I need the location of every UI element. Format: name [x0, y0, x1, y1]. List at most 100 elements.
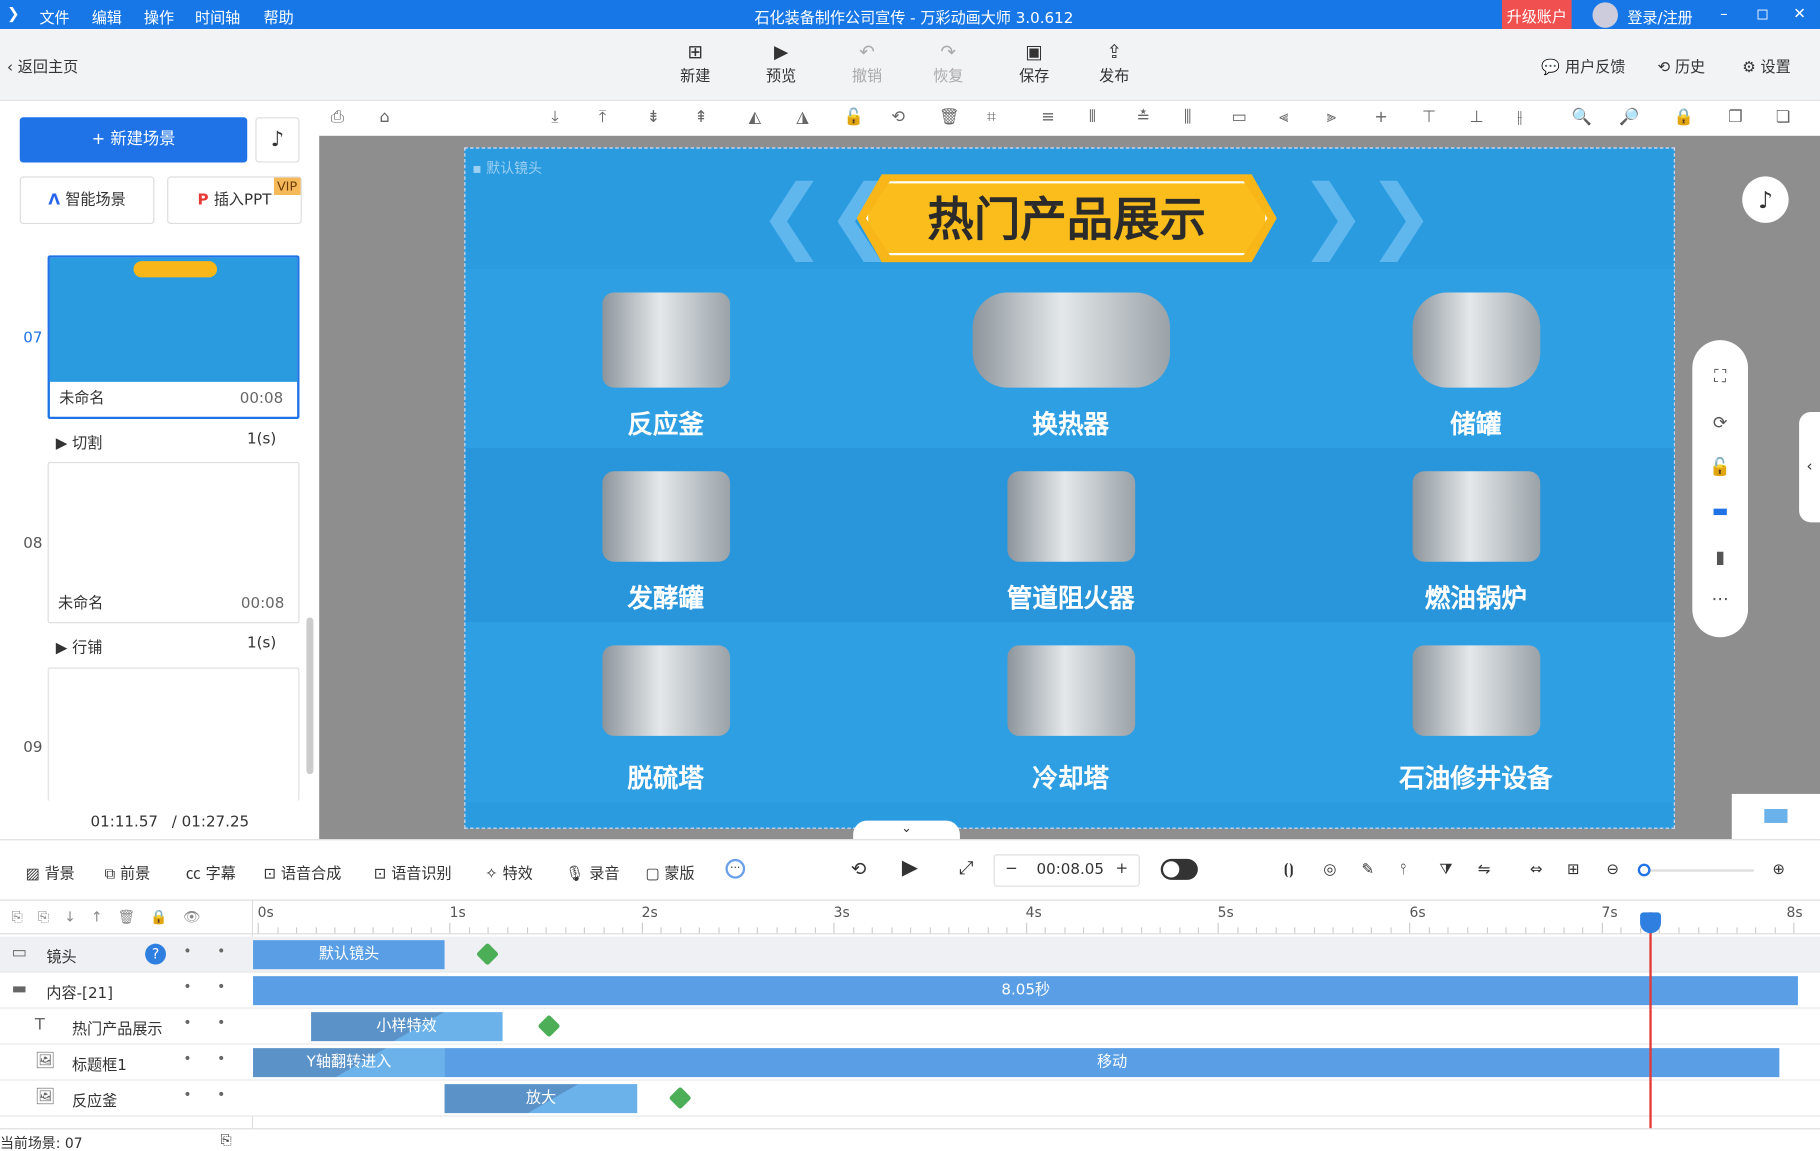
close-button[interactable]: ✕: [1793, 6, 1806, 23]
playhead[interactable]: [1640, 912, 1662, 1129]
timeline-tool-icon[interactable]: ◎: [1323, 861, 1336, 878]
play-button[interactable]: ▶: [902, 855, 918, 879]
timeline-track[interactable]: 🖼 标题框1 •• Y轴翻转进入 移动: [0, 1044, 1820, 1081]
center-v-icon[interactable]: ≛: [1136, 108, 1150, 127]
redo-button[interactable]: ↷ 恢复: [919, 41, 977, 86]
product-item[interactable]: 储罐: [1276, 269, 1674, 448]
avatar[interactable]: [1592, 2, 1619, 28]
tts-button[interactable]: ⊡ 语音合成: [263, 861, 341, 883]
music-icon[interactable]: ♪: [1742, 176, 1789, 223]
menu-help[interactable]: 帮助: [263, 6, 293, 27]
timeline-tool-icon[interactable]: ⊞: [1567, 861, 1580, 878]
more-icon[interactable]: ⋯: [1692, 588, 1748, 609]
crop-icon[interactable]: ⌗: [987, 108, 996, 127]
collapse-panel-icon[interactable]: ‹: [1799, 412, 1820, 523]
menu-operate[interactable]: 操作: [144, 6, 174, 27]
lock-icon[interactable]: 🔓: [1692, 456, 1748, 477]
rewind-icon[interactable]: ⟲: [851, 858, 867, 880]
undo-button[interactable]: ↶ 撤销: [838, 41, 896, 86]
preview-button[interactable]: ▶ 预览: [752, 41, 810, 86]
align-top-icon[interactable]: ⤒: [599, 108, 606, 127]
animation-bar[interactable]: 小样特效: [310, 1012, 503, 1042]
track-tools[interactable]: ⎘⎘↓↑🗑🔒👁: [12, 909, 216, 926]
zoom-in-icon[interactable]: 🔍: [1572, 108, 1592, 127]
timeline-tool-icon[interactable]: ⫯: [1400, 861, 1407, 878]
insert-ppt-button[interactable]: P 插入PPT VIP: [167, 176, 302, 225]
toggle-switch[interactable]: [1160, 858, 1198, 880]
foreground-button[interactable]: ⧉ 前景: [104, 861, 150, 883]
music-icon[interactable]: ♪: [255, 117, 300, 163]
plus-button[interactable]: +: [1115, 860, 1128, 877]
space-h-icon[interactable]: ▭: [1232, 108, 1247, 127]
top-icon[interactable]: ⊤: [1422, 108, 1436, 127]
align-bottom-icon[interactable]: ⤓: [551, 108, 558, 127]
help-icon[interactable]: ?: [145, 943, 166, 965]
delete-icon[interactable]: 🗑: [939, 108, 960, 127]
copy-icon[interactable]: ❐: [1728, 108, 1743, 127]
add-animation-icon[interactable]: [668, 1086, 692, 1110]
record-button[interactable]: 🎙 录音: [565, 861, 619, 883]
animation-bar[interactable]: 移动: [445, 1048, 1780, 1078]
smart-scene-button[interactable]: Λ 智能场景: [19, 176, 155, 225]
flip-v-icon[interactable]: ◮: [796, 108, 809, 127]
menu-timeline[interactable]: 时间轴: [195, 6, 240, 27]
zoom-slider[interactable]: [1637, 863, 1754, 877]
timeline-ruler[interactable]: ⎘⎘↓↑🗑🔒👁 0s 1s 2s 3s 4s 5s 6s 7s 8s: [0, 899, 1820, 1130]
speech-recognition-button[interactable]: ⊡ 语音识别: [374, 861, 452, 883]
menu-edit[interactable]: 编辑: [92, 6, 122, 27]
login-link[interactable]: 登录/注册: [1627, 6, 1692, 27]
timeline-track[interactable]: T 热门产品展示 •• 小样特效: [0, 1008, 1820, 1045]
distribute-v-icon[interactable]: ⦀: [1089, 108, 1096, 127]
time-stepper[interactable]: − 00:08.05 +: [993, 854, 1140, 887]
mask-button[interactable]: ▢ 蒙版: [645, 861, 694, 883]
phone-icon[interactable]: ▮: [1692, 547, 1748, 568]
product-item[interactable]: 冷却塔: [866, 622, 1276, 802]
home-icon[interactable]: ⌂: [380, 108, 390, 127]
publish-button[interactable]: ⇪ 发布: [1085, 41, 1143, 86]
add-animation-icon[interactable]: [476, 942, 500, 966]
add-animation-icon[interactable]: [537, 1014, 561, 1038]
lock2-icon[interactable]: 🔒: [1674, 108, 1694, 127]
track-visibility-dots[interactable]: ••: [183, 1014, 251, 1030]
scene-list-scrollbar[interactable]: [306, 617, 314, 775]
zoom-in-icon[interactable]: ⊕: [1772, 861, 1785, 878]
product-item[interactable]: 管道阻火器: [866, 448, 1276, 622]
fullscreen-icon[interactable]: ⤢: [959, 857, 974, 880]
timeline-tool-icon[interactable]: ✎: [1362, 861, 1375, 878]
background-button[interactable]: ▨ 背景: [26, 861, 75, 883]
settings-button[interactable]: ⚙ 设置: [1742, 55, 1791, 76]
align-right-icon[interactable]: ⫸: [1327, 108, 1336, 127]
distribute-h-icon[interactable]: ≡: [1041, 108, 1055, 127]
flip-h-icon[interactable]: ◭: [749, 108, 762, 127]
minimize-button[interactable]: –: [1720, 6, 1728, 23]
timeline-track[interactable]: ▭ 镜头? •• 默认镜头: [0, 936, 1820, 973]
timeline-tool-icon[interactable]: ⧩: [1439, 861, 1452, 878]
transition-row[interactable]: ▶ 切割 1(s): [56, 431, 288, 453]
align-center-icon[interactable]: ⇞: [694, 108, 708, 127]
rotate-icon[interactable]: ⟳: [1692, 412, 1748, 433]
timeline-tool-icon[interactable]: ⇔: [1530, 861, 1543, 878]
track-visibility-dots[interactable]: ••: [183, 1086, 251, 1102]
product-item[interactable]: 换热器: [866, 269, 1276, 448]
time-value[interactable]: 00:08.05: [1037, 861, 1104, 878]
minimap[interactable]: [1731, 793, 1820, 840]
paste-icon[interactable]: ❏: [1776, 108, 1791, 127]
new-button[interactable]: ⊞ 新建: [666, 41, 724, 86]
product-item[interactable]: 发酵罐: [465, 448, 865, 622]
scene-card-07[interactable]: 未命名 00:08: [47, 255, 300, 420]
subtitle-button[interactable]: ㏄ 字幕: [186, 861, 236, 883]
animation-bar[interactable]: 默认镜头: [253, 940, 446, 970]
bottom-icon[interactable]: ⊥: [1469, 108, 1483, 127]
center-icon[interactable]: +: [1374, 108, 1388, 127]
lock-icon[interactable]: 🔓: [844, 108, 864, 127]
track-visibility-dots[interactable]: ••: [183, 1050, 251, 1066]
history-button[interactable]: ⟲ 历史: [1657, 55, 1705, 76]
rotate-icon[interactable]: ⟲: [891, 108, 905, 127]
effects-button[interactable]: ✧ 特效: [485, 861, 533, 883]
maximize-button[interactable]: ◻: [1756, 6, 1769, 23]
animation-bar[interactable]: 8.05秒: [253, 976, 1799, 1006]
zoom-out-icon[interactable]: 🔎: [1619, 108, 1639, 127]
upgrade-button[interactable]: 升级账户: [1501, 0, 1572, 30]
middle-icon[interactable]: ⫲: [1517, 108, 1522, 127]
product-item[interactable]: 脱硫塔: [465, 622, 865, 802]
